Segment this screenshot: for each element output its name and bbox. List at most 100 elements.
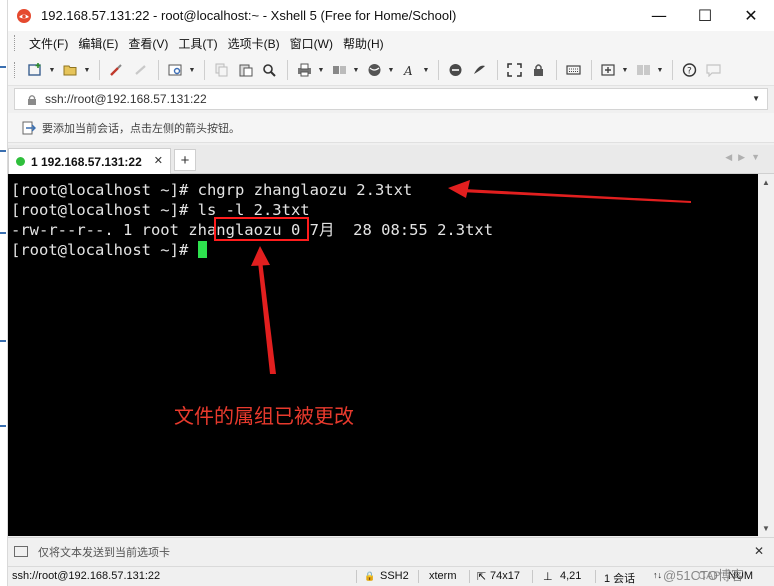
open-folder-icon[interactable]: [59, 59, 81, 81]
svg-text:?: ?: [687, 67, 692, 77]
properties-dropdown-icon[interactable]: ▼: [188, 59, 196, 81]
find-icon[interactable]: [258, 59, 280, 81]
keyboard-icon[interactable]: [562, 59, 584, 81]
transfer-dropdown-icon[interactable]: ▼: [352, 59, 360, 81]
print-icon[interactable]: [293, 59, 315, 81]
vertical-scrollbar[interactable]: ▲ ▼: [758, 174, 774, 536]
address-input[interactable]: ssh://root@192.168.57.131:22: [45, 92, 207, 106]
new-session-icon[interactable]: [24, 59, 46, 81]
toolbar-separator: [204, 60, 205, 80]
lock-icon: [27, 94, 37, 105]
transfer-icon[interactable]: [328, 59, 350, 81]
toolbar-separator: [591, 60, 592, 80]
status-separator: [469, 570, 470, 583]
tab-label: 1 192.168.57.131:22: [31, 154, 142, 169]
script-icon[interactable]: [468, 59, 490, 81]
toolbar-grip[interactable]: [14, 62, 18, 78]
hint-text: 要添加当前会话，点击左侧的箭头按钮。: [42, 122, 240, 135]
close-button[interactable]: ✕: [728, 0, 774, 31]
print-dropdown-icon[interactable]: ▼: [317, 59, 325, 81]
compose-placeholder: 仅将文本发送到当前选项卡: [38, 546, 170, 559]
status-cursor-icon: ⊥: [543, 571, 553, 583]
help-icon[interactable]: ?: [678, 59, 700, 81]
toolbar: ▼ ▼ ▼ ▼ ▼ ▼ A ▼ ▼ ▼ ?: [8, 55, 774, 86]
scroll-up-icon[interactable]: ▲: [758, 174, 774, 190]
toolbar-separator: [556, 60, 557, 80]
status-bar: ssh://root@192.168.57.131:22 🔒 SSH2 xter…: [8, 566, 774, 586]
address-dropdown-icon[interactable]: ▼: [752, 94, 760, 103]
menu-help[interactable]: 帮助(H): [338, 35, 389, 52]
toolbar-separator: [158, 60, 159, 80]
compose-close-icon[interactable]: ✕: [754, 544, 764, 558]
status-separator: [532, 570, 533, 583]
toolbar-separator: [497, 60, 498, 80]
fullscreen-icon[interactable]: [503, 59, 525, 81]
lock-toolbar-icon[interactable]: [527, 59, 549, 81]
minimize-button[interactable]: —: [636, 0, 682, 31]
tab-scroll-arrows-icon[interactable]: ◀▶▼: [725, 152, 766, 163]
status-sessions-arrows-icon[interactable]: ↑↓: [653, 570, 662, 580]
new-tab-icon[interactable]: [597, 59, 619, 81]
menu-tabs[interactable]: 选项卡(B): [223, 35, 285, 52]
menu-file[interactable]: 文件(F): [24, 35, 73, 52]
connection-status-icon: [16, 157, 25, 166]
compose-icon[interactable]: [14, 546, 28, 557]
status-sessions: 1 会话: [604, 573, 636, 585]
menu-bar: 文件(F) 编辑(E) 查看(V) 工具(T) 选项卡(B) 窗口(W) 帮助(…: [8, 31, 774, 55]
background-window-edge: [0, 0, 8, 586]
scroll-down-icon[interactable]: ▼: [758, 520, 774, 536]
toolbar-separator: [672, 60, 673, 80]
status-separator: [356, 570, 357, 583]
add-session-arrow-icon[interactable]: [22, 121, 36, 135]
title-bar: 192.168.57.131:22 - root@localhost:~ - X…: [8, 0, 774, 31]
svg-text:A: A: [403, 64, 413, 77]
tab-strip: 1 192.168.57.131:22 ✕ + ◀▶▼: [8, 145, 774, 174]
arrowhead-command: [448, 180, 470, 198]
toolbar-separator: [438, 60, 439, 80]
layout-dropdown-icon[interactable]: ▼: [656, 59, 664, 81]
arrow-to-group: [258, 260, 276, 374]
xftp-icon[interactable]: [444, 59, 466, 81]
maximize-button[interactable]: ☐: [682, 0, 728, 31]
menu-edit[interactable]: 编辑(E): [73, 35, 123, 52]
window-title: 192.168.57.131:22 - root@localhost:~ - X…: [41, 8, 457, 23]
menu-view[interactable]: 查看(V): [123, 35, 173, 52]
session-address-bar[interactable]: ssh://root@192.168.57.131:22 ▼: [14, 88, 768, 110]
watermark: @51CTO博客: [663, 568, 744, 583]
toolbar-separator: [287, 60, 288, 80]
status-separator: [418, 570, 419, 583]
annotation-text: 文件的属组已被更改: [174, 404, 354, 428]
status-size-icon: ⇱: [477, 571, 487, 583]
disconnect-icon[interactable]: [129, 59, 151, 81]
arrow-to-command: [460, 189, 691, 203]
menu-tools[interactable]: 工具(T): [173, 35, 222, 52]
globe-dropdown-icon[interactable]: ▼: [387, 59, 395, 81]
tab-session-1[interactable]: 1 192.168.57.131:22 ✕: [8, 148, 171, 174]
status-cursor-position: 4,21: [560, 570, 582, 582]
new-session-dropdown-icon[interactable]: ▼: [48, 59, 56, 81]
window-controls: — ☐ ✕: [636, 0, 774, 31]
open-dropdown-icon[interactable]: ▼: [83, 59, 91, 81]
compose-bar[interactable]: 仅将文本发送到当前选项卡 ✕: [8, 537, 774, 565]
globe-icon[interactable]: [363, 59, 385, 81]
reconnect-icon[interactable]: [105, 59, 127, 81]
font-dropdown-icon[interactable]: ▼: [422, 59, 430, 81]
status-terminal-type: xterm: [429, 570, 457, 582]
xshell-app-icon: [16, 8, 32, 24]
layout-icon[interactable]: [632, 59, 654, 81]
menu-window[interactable]: 窗口(W): [285, 35, 338, 52]
add-tab-button[interactable]: +: [174, 149, 196, 171]
status-connection: ssh://root@192.168.57.131:22: [12, 570, 161, 582]
properties-icon[interactable]: [164, 59, 186, 81]
copy-icon[interactable]: [210, 59, 232, 81]
status-protocol: SSH2: [380, 570, 409, 582]
paste-icon[interactable]: [234, 59, 256, 81]
xshell-window: 192.168.57.131:22 - root@localhost:~ - X…: [8, 0, 774, 586]
menu-grip[interactable]: [14, 35, 18, 51]
chat-icon[interactable]: [702, 59, 724, 81]
new-tab-dropdown-icon[interactable]: ▼: [621, 59, 629, 81]
status-separator: [595, 570, 596, 583]
arrowhead-group: [251, 246, 270, 266]
tab-close-icon[interactable]: ✕: [154, 154, 163, 167]
font-icon[interactable]: A: [398, 59, 420, 81]
